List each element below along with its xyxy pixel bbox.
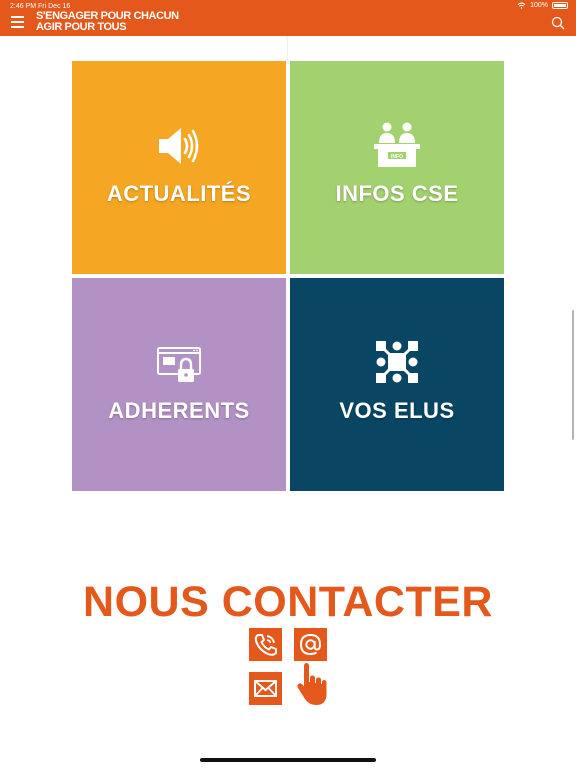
pointing-hand-icon[interactable] <box>296 662 328 706</box>
at-sign-icon[interactable] <box>294 628 327 661</box>
tile-label-infos-cse: INFOS CSE <box>335 181 459 206</box>
speaker-icon <box>159 128 199 164</box>
app-title-line2: AGIR POUR TOUS <box>36 21 127 33</box>
top-bar: 2:46 PM Fri Dec 16 100% S'ENGAGER POUR C… <box>0 0 576 36</box>
tile-actualites[interactable]: ACTUALITÉS <box>72 61 286 274</box>
scrollbar[interactable] <box>572 310 574 440</box>
app-title: S'ENGAGER POUR CHACUN AGIR POUR TOUS <box>36 11 179 33</box>
hamburger-menu-icon[interactable] <box>11 16 24 28</box>
divider <box>287 36 288 60</box>
contact-title[interactable]: NOUS CONTACTER <box>0 578 576 627</box>
wifi-icon <box>517 2 526 9</box>
puzzle-network-icon <box>376 341 418 383</box>
battery-icon <box>552 2 568 9</box>
tile-adherents[interactable]: ADHERENTS <box>72 278 286 491</box>
secure-window-lock-icon <box>157 347 201 382</box>
status-time: 2:46 PM Fri Dec 16 <box>10 3 71 10</box>
home-indicator[interactable] <box>200 758 376 762</box>
phone-icon[interactable] <box>249 628 282 661</box>
reception-desk-icon: INFO <box>374 122 420 167</box>
battery-percent: 100% <box>530 2 548 9</box>
search-icon[interactable] <box>551 16 565 30</box>
tile-label-adherents: ADHERENTS <box>108 398 250 423</box>
tile-vos-elus[interactable]: VOS ELUS <box>290 278 504 491</box>
envelope-icon[interactable] <box>249 672 282 705</box>
status-indicators: 100% <box>517 2 568 9</box>
desk-sign-text: INFO <box>391 154 403 160</box>
tile-infos-cse[interactable]: INFO INFOS CSE <box>290 61 504 274</box>
tile-label-vos-elus: VOS ELUS <box>339 398 455 423</box>
tile-label-actualites: ACTUALITÉS <box>106 181 252 206</box>
